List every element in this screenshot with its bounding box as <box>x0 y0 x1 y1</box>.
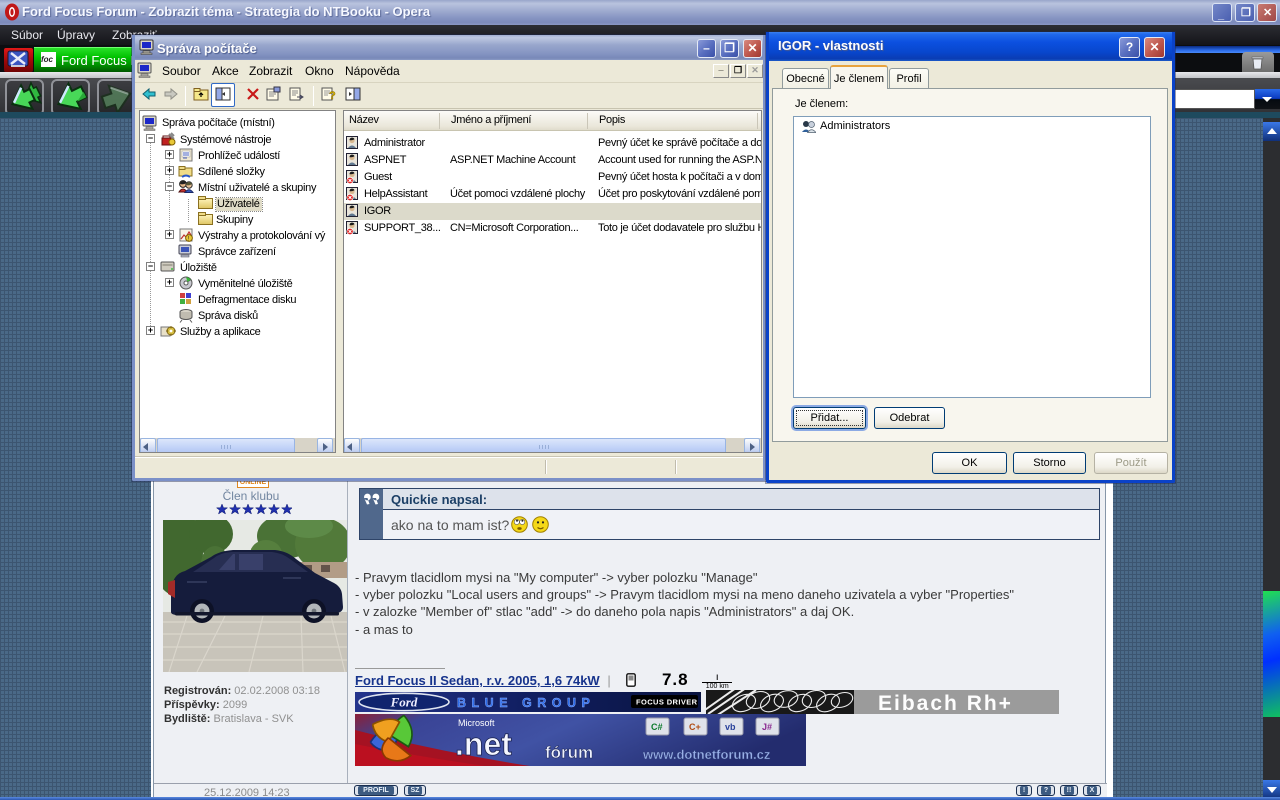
svg-text:vb: vb <box>725 722 736 732</box>
svg-text:J#: J# <box>762 722 772 732</box>
svg-text:fórum: fórum <box>545 743 593 762</box>
svg-text:?: ? <box>329 90 336 102</box>
svg-text:www.dotnetforum.cz: www.dotnetforum.cz <box>642 747 771 762</box>
svg-text:C#: C# <box>651 722 663 732</box>
svg-text:C+: C+ <box>689 722 701 732</box>
svg-text:.net: .net <box>455 726 512 762</box>
svg-text:Ford: Ford <box>390 695 418 710</box>
svg-text:FOCUS DRIVER: FOCUS DRIVER <box>636 698 698 707</box>
svg-text:BLUE GROUP: BLUE GROUP <box>457 696 595 710</box>
svg-text:Eibach Rh+: Eibach Rh+ <box>878 692 1013 714</box>
